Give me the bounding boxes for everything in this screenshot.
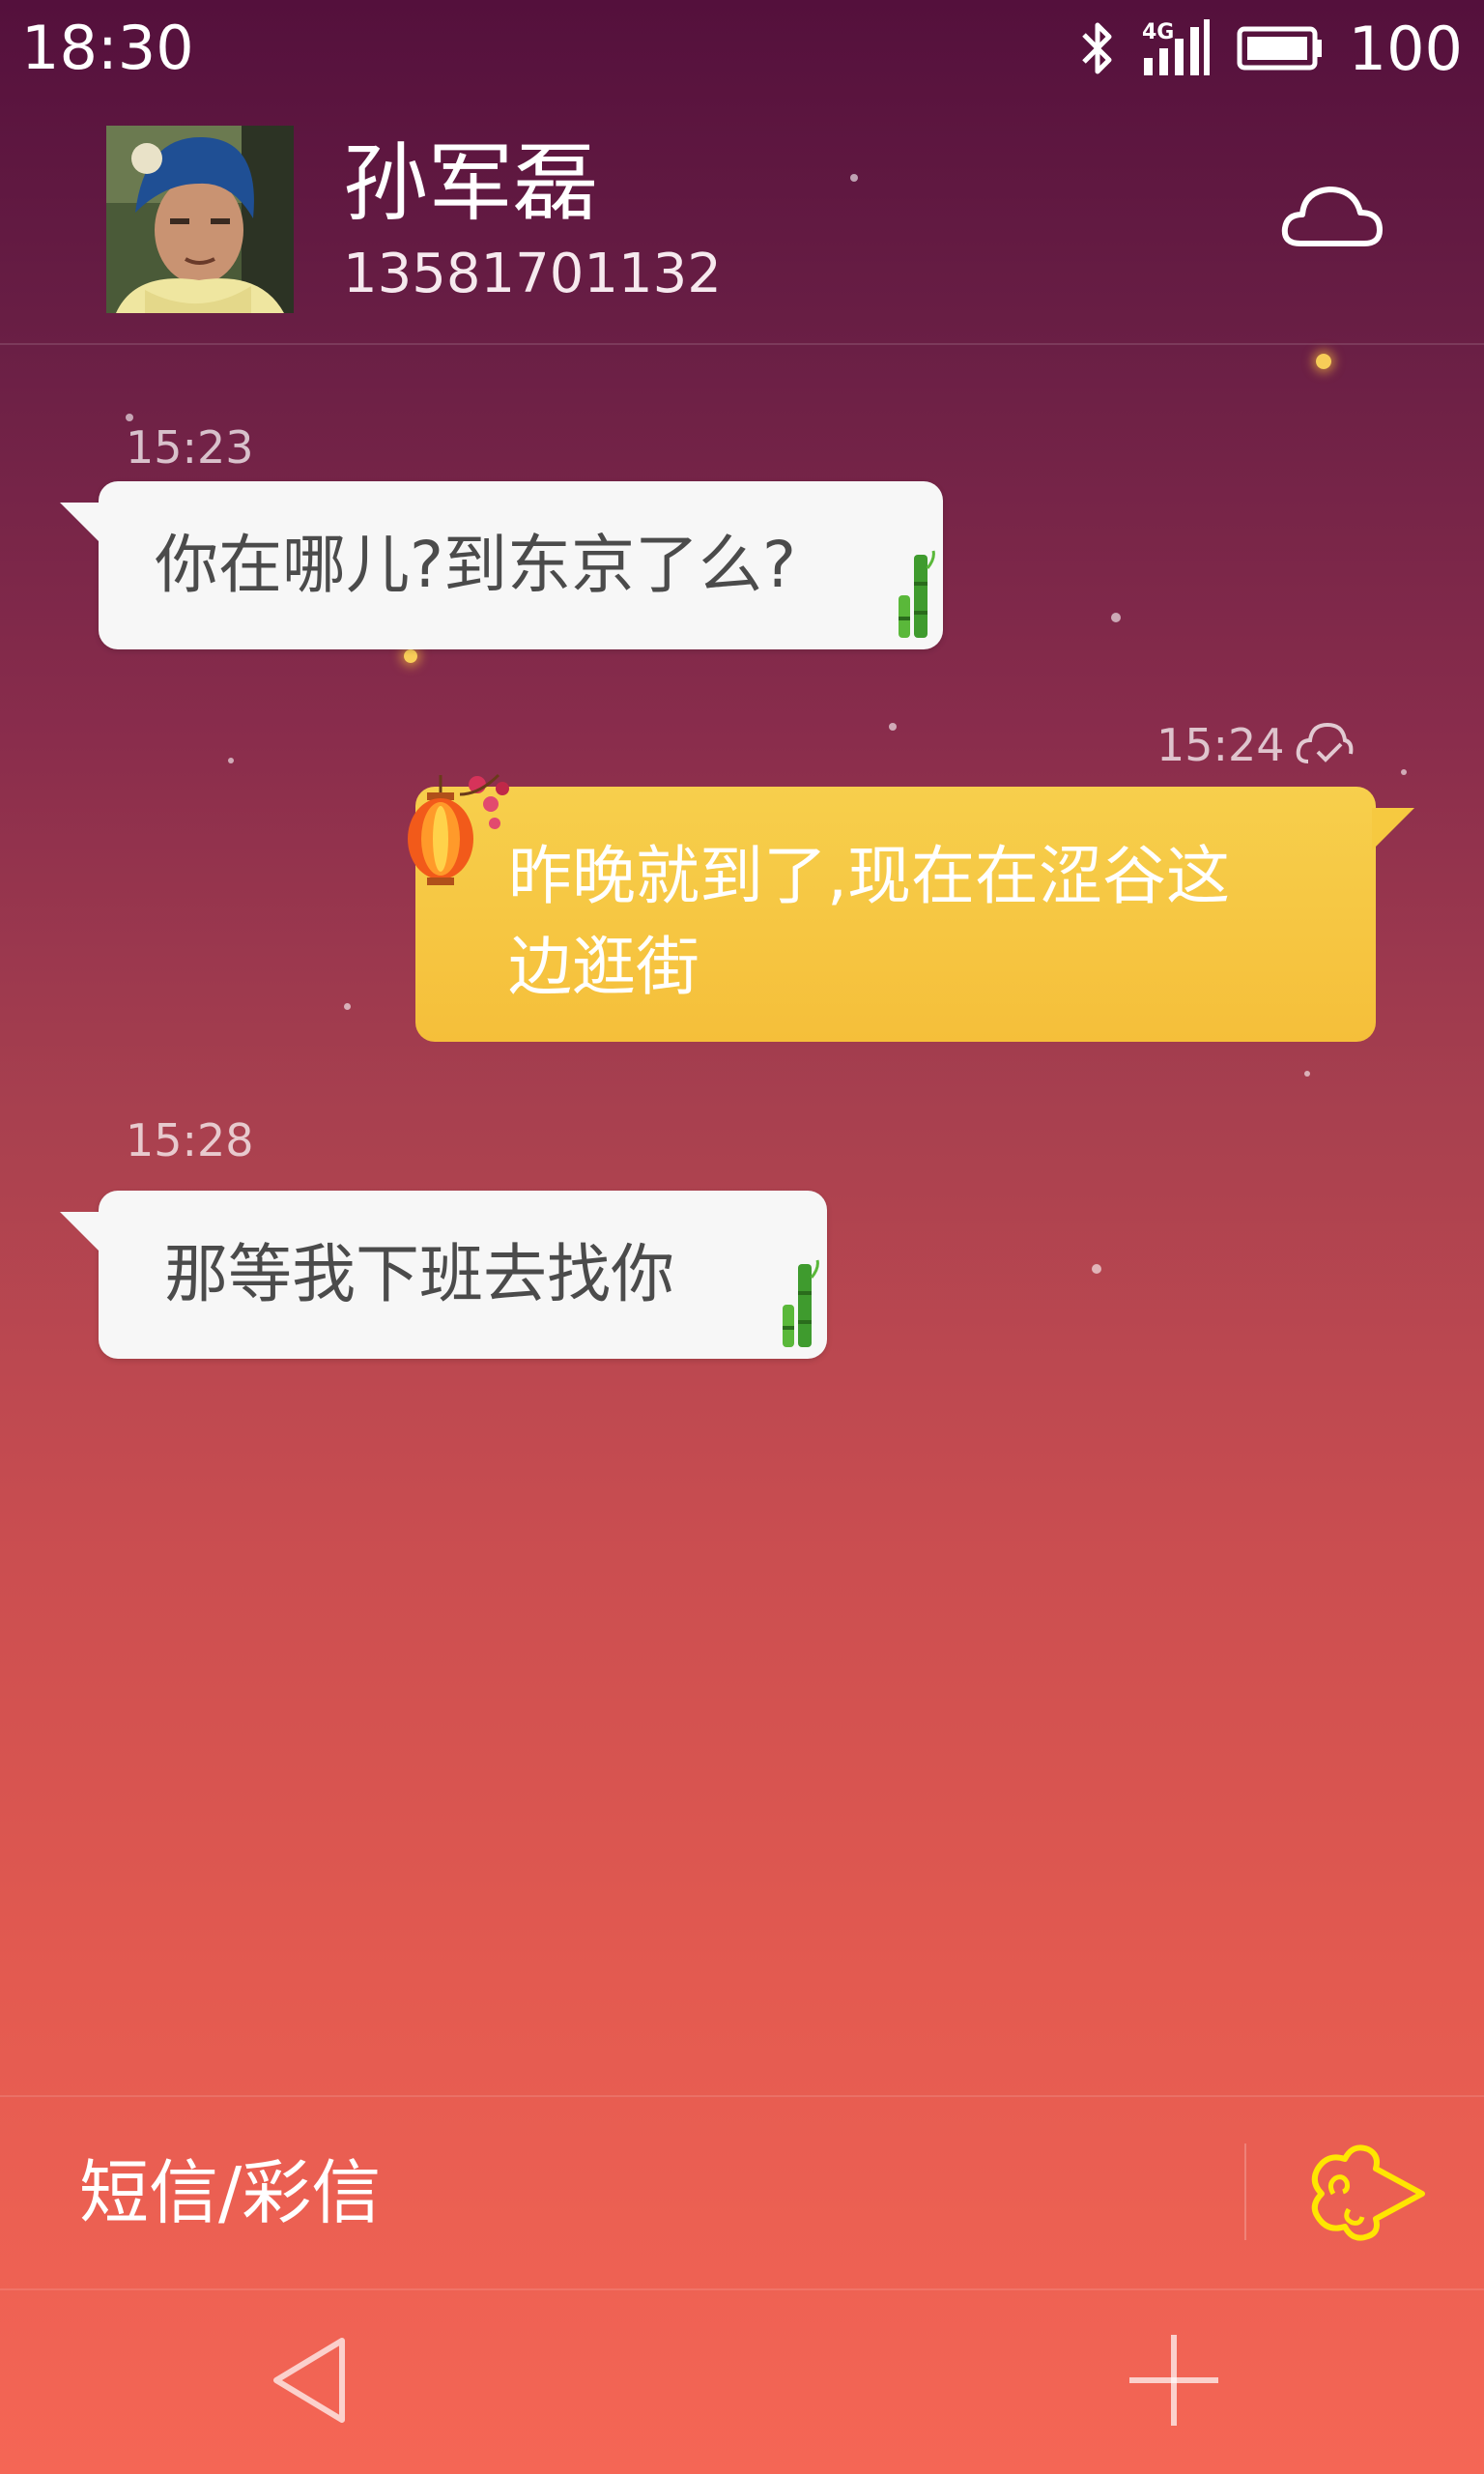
contact-number: 13581701132 (343, 243, 722, 305)
avatar[interactable] (106, 126, 294, 313)
battery-icon (1237, 26, 1322, 71)
bamboo-icon (899, 550, 935, 638)
auspicious-cloud-send-icon (1311, 2144, 1425, 2241)
message-text: 你在哪儿?到东京了么? (155, 528, 797, 602)
avatar-image (106, 126, 294, 313)
conversation-header: 孙军磊 13581701132 (0, 106, 1484, 345)
composer-bar: 短信/彩信 (0, 2095, 1484, 2290)
message-text: 昨晚就到了,现在在涩谷这 (508, 839, 1230, 913)
message-bubble-outgoing[interactable]: 昨晚就到了,现在在涩谷这 边逛街 (408, 773, 1414, 1042)
cloud-icon (1281, 187, 1383, 246)
status-bar: 18:30 4G 100 (0, 0, 1484, 97)
bubble-tail (60, 1212, 102, 1254)
lantern-icon (408, 773, 509, 885)
divider (1244, 2143, 1246, 2240)
message-input[interactable]: 短信/彩信 (79, 2149, 381, 2236)
status-icons: 4G 100 (1078, 13, 1463, 84)
message-text: 边逛街 (508, 930, 699, 1004)
message-bubble-incoming[interactable]: 你在哪儿?到东京了么? (60, 481, 943, 649)
message-time: 15:23 (126, 421, 254, 474)
bluetooth-icon (1081, 22, 1112, 74)
plus-icon (1129, 2335, 1218, 2426)
message-text: 那等我下班去找你 (164, 1237, 674, 1311)
send-button[interactable] (1304, 2136, 1430, 2250)
message-bubble-incoming[interactable]: 那等我下班去找你 (60, 1191, 827, 1359)
back-triangle-icon (273, 2338, 345, 2423)
message-time: 15:24 (1156, 719, 1285, 771)
message-time: 15:28 (126, 1114, 254, 1166)
network-type-label: 4G (1142, 20, 1174, 44)
signal-icon: 4G (1142, 19, 1210, 75)
add-button[interactable] (1126, 2327, 1222, 2433)
contact-name: 孙军磊 (343, 133, 599, 233)
back-button[interactable] (261, 2327, 357, 2433)
bamboo-icon (783, 1259, 819, 1347)
status-time: 18:30 (21, 13, 194, 83)
bubble-tail (60, 503, 102, 545)
cloud-button[interactable] (1279, 174, 1385, 261)
battery-level: 100 (1348, 13, 1463, 84)
navigation-bar (0, 2288, 1484, 2474)
bubble-tail (1372, 808, 1414, 850)
cloud-check-icon (1296, 722, 1354, 763)
